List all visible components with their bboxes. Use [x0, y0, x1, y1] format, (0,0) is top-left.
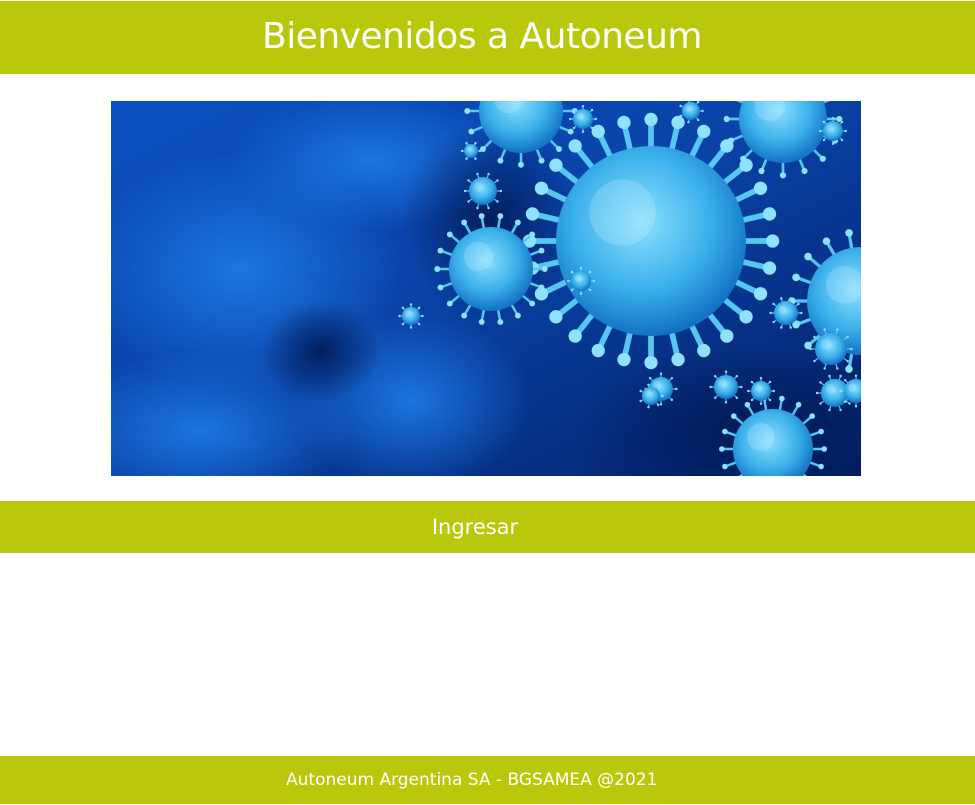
- footer-bar: Autoneum Argentina SA - BGSAMEA @2021: [0, 756, 975, 804]
- login-button[interactable]: Ingresar: [0, 501, 975, 553]
- login-button-label: Ingresar: [431, 515, 519, 539]
- hero-image: [111, 101, 861, 476]
- page-title: Bienvenidos a Autoneum: [262, 16, 702, 57]
- virus-illustration-icon: [111, 101, 861, 476]
- header-bar: Bienvenidos a Autoneum: [0, 1, 975, 74]
- footer-copyright: Autoneum Argentina SA - BGSAMEA @2021: [286, 770, 658, 790]
